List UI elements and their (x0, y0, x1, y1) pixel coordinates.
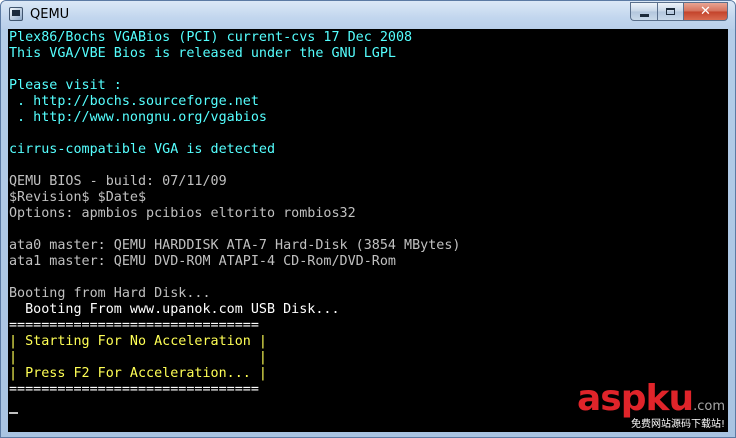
console-line: cirrus-compatible VGA is detected (9, 142, 276, 157)
console-line: ata0 master: QEMU HARDDISK ATA-7 Hard-Di… (9, 238, 461, 253)
console-line: ata1 master: QEMU DVD-ROM ATAPI-4 CD-Rom… (9, 254, 396, 269)
window-title: QEMU (30, 7, 70, 22)
maximize-icon (666, 8, 675, 15)
text-cursor (9, 412, 18, 414)
console-line: This VGA/VBE Bios is released under the … (9, 46, 396, 61)
console-line: | Press F2 For Acceleration... | (9, 366, 267, 381)
qemu-app-icon[interactable] (9, 7, 23, 21)
close-button[interactable]: ✕ (683, 2, 728, 21)
console-line: | | (9, 350, 267, 365)
console-line: =============================== (9, 382, 259, 397)
watermark-logo: aspku.com 免费网站源码下载站! (555, 378, 725, 431)
watermark-brand-asp: asp (577, 378, 646, 419)
watermark-subtitle: 免费网站源码下载站! (630, 419, 725, 430)
emulator-screen[interactable]: Plex86/Bochs VGABios (PCI) current-cvs 1… (8, 29, 728, 432)
window-controls: ✕ (630, 2, 728, 21)
watermark-brand-ku: ku (645, 378, 695, 419)
console-line: Plex86/Bochs VGABios (PCI) current-cvs 1… (9, 30, 413, 45)
console-line: | Starting For No Acceleration | (9, 334, 267, 349)
maximize-button[interactable] (657, 2, 683, 21)
qemu-window: QEMU ✕ Plex86/Bochs VGABios (PCI) curren… (0, 0, 736, 438)
minimize-icon (639, 13, 649, 17)
console-line: $Revision$ $Date$ (9, 190, 147, 205)
console-line: Options: apmbios pcibios eltorito rombio… (9, 206, 356, 221)
console-line: =============================== (9, 318, 259, 333)
console-line: QEMU BIOS - build: 07/11/09 (9, 174, 227, 189)
console-line: . http://www.nongnu.org/vgabios (9, 110, 267, 125)
console-line: Booting from Hard Disk... (9, 286, 211, 301)
console-line: . http://bochs.sourceforge.net (9, 94, 259, 109)
console-line: Booting From www.upanok.com USB Disk... (9, 302, 340, 317)
watermark-brand-com: .com (693, 399, 725, 414)
close-icon: ✕ (700, 4, 711, 19)
console-line: Please visit : (9, 78, 122, 93)
minimize-button[interactable] (630, 2, 657, 21)
title-bar[interactable]: QEMU ✕ (1, 1, 735, 29)
